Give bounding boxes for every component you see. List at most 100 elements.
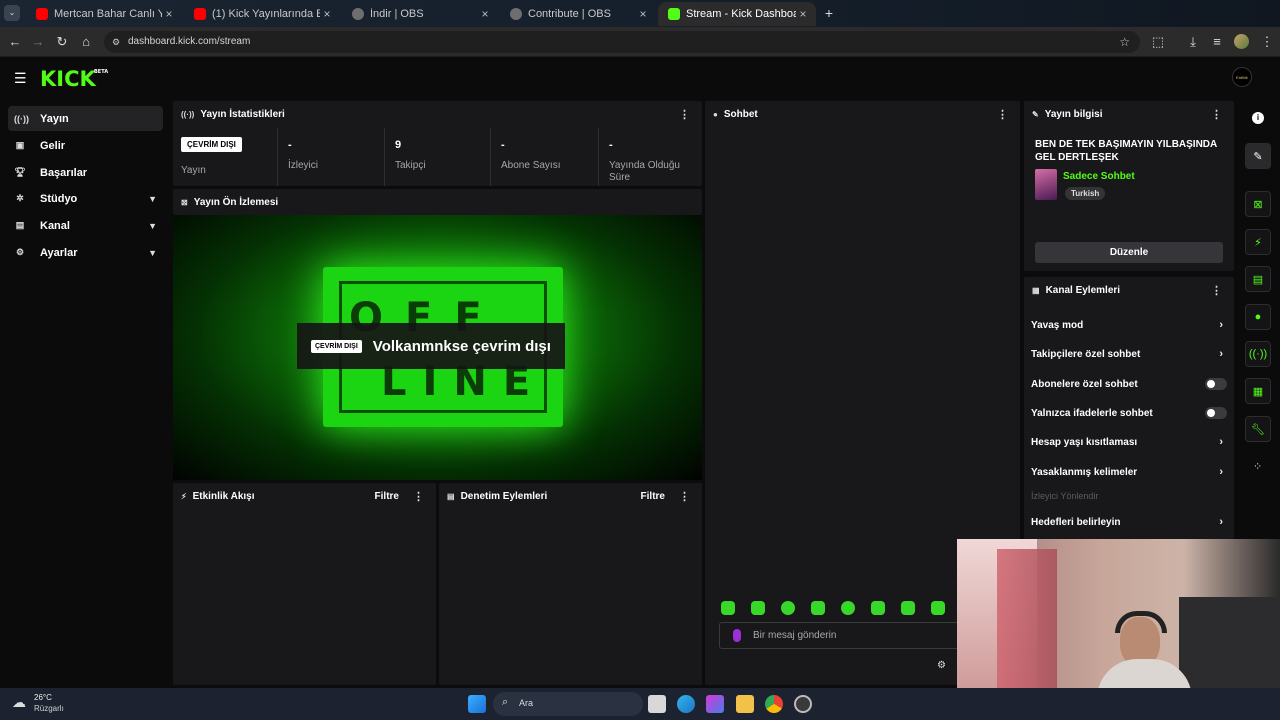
emote-icon[interactable] — [901, 601, 915, 615]
channel-actions-toggle-button[interactable]: ▦ — [1245, 378, 1271, 404]
forward-icon[interactable]: → — [29, 33, 47, 51]
category-thumbnail — [1035, 169, 1057, 200]
layout-icon[interactable]: ⁘ — [1253, 460, 1262, 473]
filter-button[interactable]: Filtre — [641, 491, 665, 502]
kick-logo[interactable]: KICK BETA — [40, 67, 108, 91]
sidebar-item-ayarlar[interactable]: ⚙ Ayarlar ▼ — [8, 240, 163, 265]
stat-label: Yayın — [181, 165, 206, 176]
category-name[interactable]: Sadece Sohbet — [1063, 171, 1135, 182]
tab-search-button[interactable]: ⌄ — [4, 5, 20, 21]
activity-toggle-button[interactable]: ⚡︎ — [1245, 229, 1271, 255]
filter-button[interactable]: Filtre — [375, 491, 399, 502]
status-badge: ÇEVRİM DIŞI — [181, 137, 242, 152]
stat-cell: - Yayında Olduğu Süre — [599, 128, 702, 186]
gear-icon: ✲ — [16, 193, 24, 203]
site-info-icon[interactable]: ⚙ — [112, 31, 120, 53]
stat-label: Abone Sayısı — [501, 160, 561, 171]
microphone-icon[interactable] — [733, 629, 741, 642]
more-options-icon[interactable]: ⋮ — [997, 108, 1008, 121]
browser-tab[interactable]: Mertcan Bahar Canlı Yayı × — [26, 2, 182, 26]
edge-icon[interactable] — [677, 695, 695, 713]
close-tab-icon[interactable]: × — [636, 7, 650, 21]
edit-stream-info-button[interactable]: ✎ — [1245, 143, 1271, 169]
sidebar-item-basarilar[interactable]: 🏆︎ Başarılar — [8, 160, 163, 185]
sidebar-item-kanal[interactable]: ▤ Kanal ▼ — [8, 213, 163, 238]
panel-header: ✎ Yayın bilgisi ⋮ — [1024, 101, 1234, 127]
close-tab-icon[interactable]: × — [162, 7, 176, 21]
media-control-icon[interactable]: ≡ — [1208, 33, 1226, 51]
user-avatar[interactable]: Ent!Mr — [1232, 67, 1252, 87]
home-icon[interactable]: ⌂ — [77, 33, 95, 51]
more-options-icon[interactable]: ⋮ — [1211, 284, 1222, 297]
reload-icon[interactable]: ↻ — [53, 33, 71, 51]
set-goals-row[interactable]: Hedefleri belirleyin › — [1031, 513, 1227, 531]
new-tab-button[interactable]: + — [821, 5, 837, 21]
edit-button[interactable]: Düzenle — [1035, 242, 1223, 263]
account-age-row[interactable]: Hesap yaşı kısıtlaması › — [1031, 433, 1227, 451]
info-icon[interactable]: i — [1252, 112, 1264, 124]
bookmark-star-icon[interactable]: ☆ — [1119, 31, 1130, 53]
search-box[interactable]: ⌕ Ara — [493, 692, 643, 716]
back-icon[interactable]: ← — [6, 33, 24, 51]
actions-icon: ▦ — [1032, 285, 1040, 295]
emote-icon[interactable] — [781, 601, 795, 615]
preview-toggle-button[interactable]: ⊠ — [1245, 191, 1271, 217]
chat-toggle-button[interactable]: ● — [1245, 304, 1271, 330]
address-bar[interactable]: ⚙ dashboard.kick.com/stream ☆ — [104, 31, 1140, 53]
emote-icon[interactable] — [871, 601, 885, 615]
stat-value: - — [288, 139, 292, 151]
emote-icon[interactable] — [721, 601, 735, 615]
more-options-icon[interactable]: ⋮ — [413, 490, 424, 503]
slow-mode-row[interactable]: Yavaş mod › — [1031, 316, 1227, 334]
emote-icon[interactable] — [931, 601, 945, 615]
weather-desc: Rüzgarlı — [34, 704, 64, 713]
activity-feed-panel: ⚡︎ Etkinlik Akışı Filtre ⋮ — [173, 483, 436, 685]
close-tab-icon[interactable]: × — [478, 7, 492, 21]
moderation-toggle-button[interactable]: ▤ — [1245, 266, 1271, 292]
chat-settings-icon[interactable]: ⚙ — [937, 660, 946, 671]
close-tab-icon[interactable]: × — [320, 7, 334, 21]
emote-icon[interactable] — [751, 601, 765, 615]
emote-only-toggle[interactable] — [1205, 407, 1227, 419]
logo-text: KICK — [40, 67, 96, 91]
tab-title: Mertcan Bahar Canlı Yayı — [54, 8, 162, 20]
emote-icon[interactable] — [841, 601, 855, 615]
offline-banner: ÇEVRİM DIŞI Volkanmnkse çevrim dışı — [297, 323, 565, 369]
panel-header: ⊠ Yayın Ön İzlemesi — [173, 189, 702, 215]
search-label: Ara — [519, 698, 534, 708]
copilot-icon[interactable] — [706, 695, 724, 713]
task-view-icon[interactable] — [648, 695, 666, 713]
download-icon[interactable]: ⤓ — [1184, 33, 1202, 51]
start-menu-icon[interactable] — [468, 695, 486, 713]
profile-avatar[interactable] — [1234, 34, 1249, 49]
sidebar-item-label: Gelir — [40, 139, 66, 152]
subscribers-only-toggle[interactable] — [1205, 378, 1227, 390]
panel-header: ⚡︎ Etkinlik Akışı Filtre ⋮ — [173, 483, 436, 509]
chat-input-placeholder: Bir mesaj gönderin — [753, 630, 837, 641]
followers-only-row[interactable]: Takipçilere özel sohbet › — [1031, 345, 1227, 363]
kick-icon — [668, 8, 680, 20]
sidebar-item-gelir[interactable]: ▣ Gelir — [8, 133, 163, 158]
browser-menu-icon[interactable]: ⋮ — [1258, 33, 1276, 51]
browser-tab[interactable]: Contribute | OBS × — [500, 2, 656, 26]
extensions-icon[interactable]: ⬚ — [1149, 33, 1167, 51]
weather-icon: ☁ — [12, 694, 26, 710]
close-tab-icon[interactable]: × — [796, 7, 810, 21]
file-explorer-icon[interactable] — [736, 695, 754, 713]
banned-words-row[interactable]: Yasaklanmış kelimeler › — [1031, 463, 1227, 481]
more-options-icon[interactable]: ⋮ — [1211, 108, 1222, 121]
tools-toggle-button[interactable]: 🔧︎ — [1245, 416, 1271, 442]
obs-icon[interactable] — [794, 695, 812, 713]
more-options-icon[interactable]: ⋮ — [679, 490, 690, 503]
browser-tab[interactable]: İndir | OBS × — [342, 2, 498, 26]
sidebar-item-studyo[interactable]: ✲ Stüdyo ▼ — [8, 186, 163, 211]
preview-icon: ⊠ — [181, 197, 188, 207]
stats-toggle-button[interactable]: ((·)) — [1245, 341, 1271, 367]
more-options-icon[interactable]: ⋮ — [679, 108, 690, 121]
hamburger-menu-icon[interactable]: ☰ — [14, 70, 27, 87]
browser-tab[interactable]: (1) Kick Yayınlarında Bağı × — [184, 2, 340, 26]
sidebar-item-yayin[interactable]: ((·)) Yayın — [8, 106, 163, 131]
chrome-icon[interactable] — [765, 695, 783, 713]
emote-icon[interactable] — [811, 601, 825, 615]
browser-tab-active[interactable]: Stream - Kick Dashboard × — [658, 2, 816, 26]
